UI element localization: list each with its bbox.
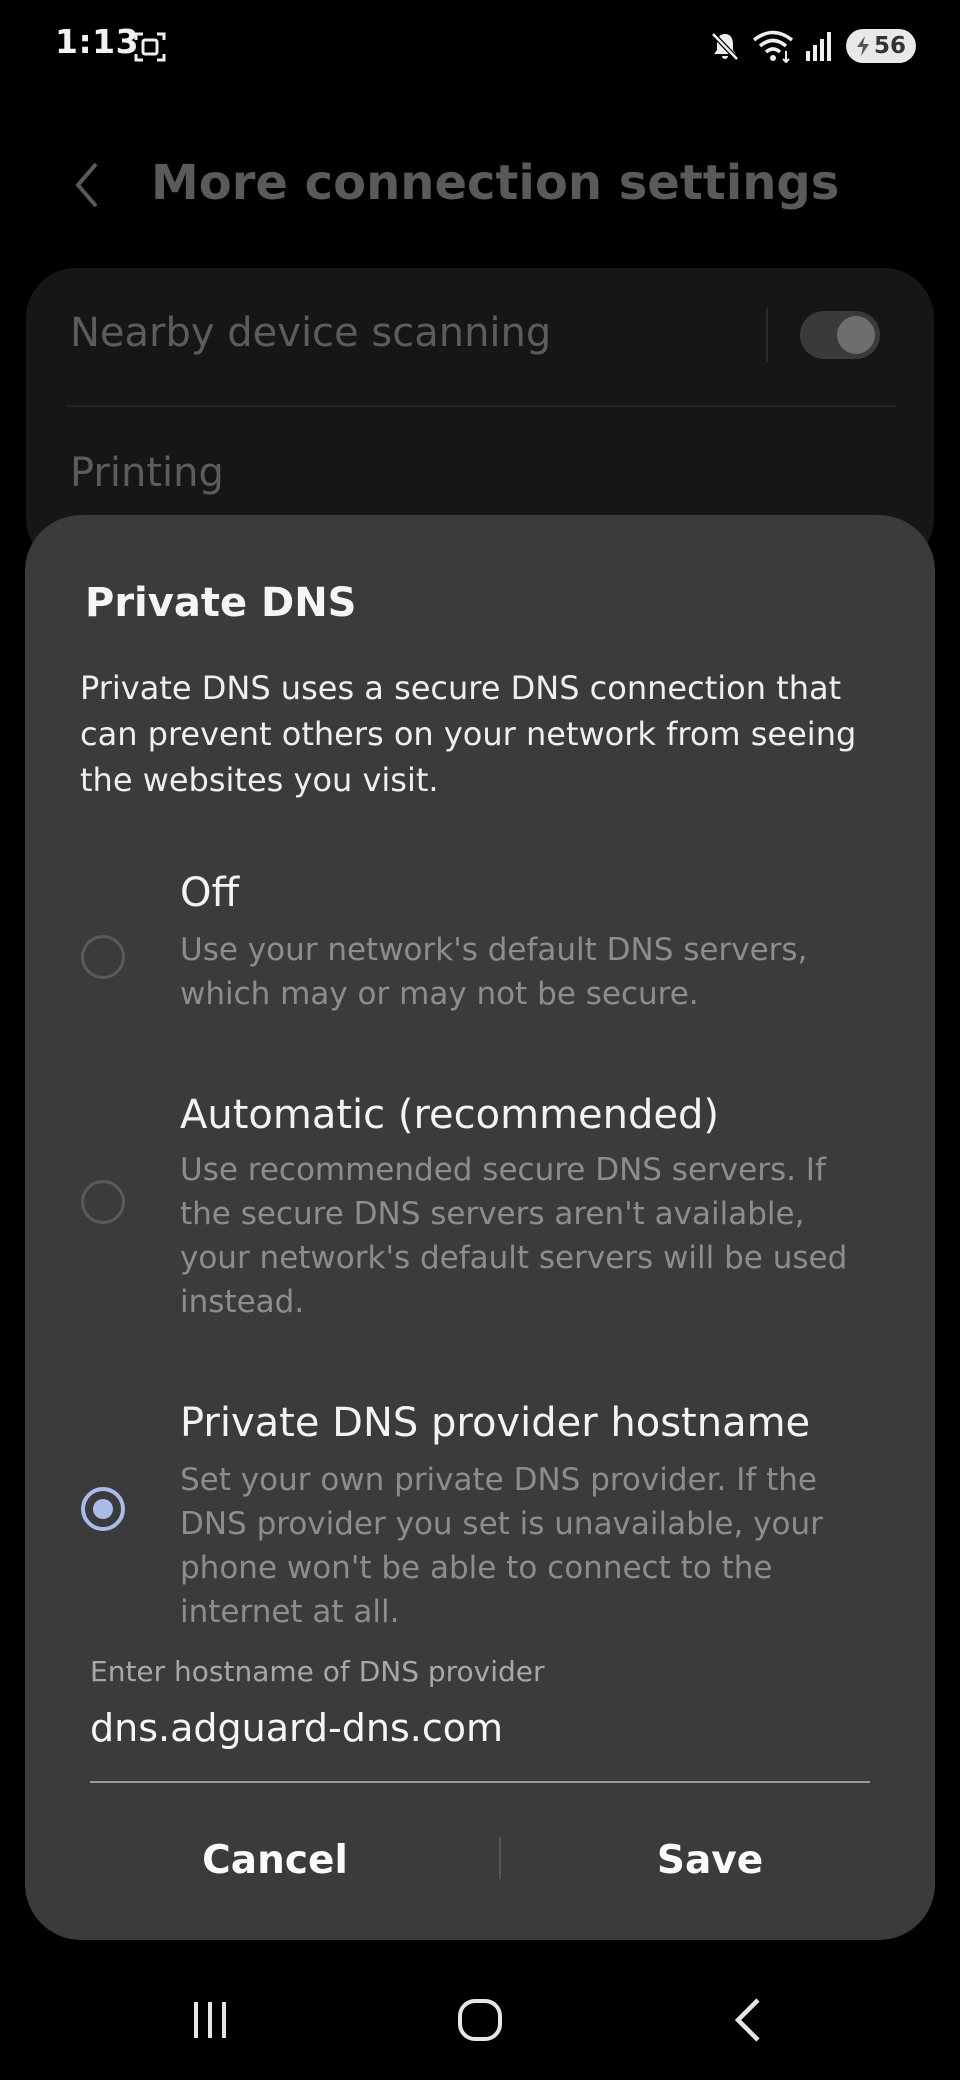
screen: 1:13 56 More connection settings Nearby … xyxy=(0,0,960,2080)
home-icon[interactable] xyxy=(450,1990,510,2050)
back-icon[interactable] xyxy=(720,1990,780,2050)
option-label: Automatic (recommended) xyxy=(180,1092,719,1138)
input-underline xyxy=(90,1781,870,1783)
cancel-button[interactable]: Cancel xyxy=(105,1820,445,1900)
dialog-description: Private DNS uses a secure DNS connection… xyxy=(80,669,857,799)
back-arrow-icon[interactable] xyxy=(68,160,108,210)
option-label: Private DNS provider hostname xyxy=(180,1400,811,1446)
radio-off[interactable] xyxy=(81,935,125,979)
hostname-input-label: Enter hostname of DNS provider xyxy=(90,1655,545,1688)
option-description: Use your network's default DNS servers, … xyxy=(180,932,808,1012)
toggle-knob xyxy=(837,316,875,354)
option-description: Use recommended secure DNS servers. If t… xyxy=(180,1152,848,1320)
option-automatic[interactable]: Automatic (recommended) Use recommended … xyxy=(25,1070,935,1330)
list-divider xyxy=(66,405,896,407)
printing-label[interactable]: Printing xyxy=(70,450,224,496)
save-button[interactable]: Save xyxy=(540,1820,880,1900)
dialog-title: Private DNS xyxy=(85,580,357,626)
page-title: More connection settings xyxy=(151,155,840,211)
option-label: Off xyxy=(180,870,240,916)
option-description: Set your own private DNS provider. If th… xyxy=(180,1462,823,1630)
private-dns-dialog: Private DNS Private DNS uses a secure DN… xyxy=(25,515,935,1940)
nearby-device-scanning-toggle[interactable] xyxy=(800,311,880,359)
radio-automatic[interactable] xyxy=(81,1180,125,1224)
option-hostname[interactable]: Private DNS provider hostname Set your o… xyxy=(25,1380,935,1640)
row-divider xyxy=(766,308,768,362)
option-off[interactable]: Off Use your network's default DNS serve… xyxy=(25,850,935,1030)
navigation-bar xyxy=(0,1960,960,2080)
hostname-input[interactable] xyxy=(90,1700,870,1756)
button-divider xyxy=(499,1837,501,1879)
recent-apps-icon[interactable] xyxy=(180,1990,240,2050)
radio-hostname[interactable] xyxy=(81,1487,125,1531)
nearby-device-scanning-label[interactable]: Nearby device scanning xyxy=(70,310,551,356)
